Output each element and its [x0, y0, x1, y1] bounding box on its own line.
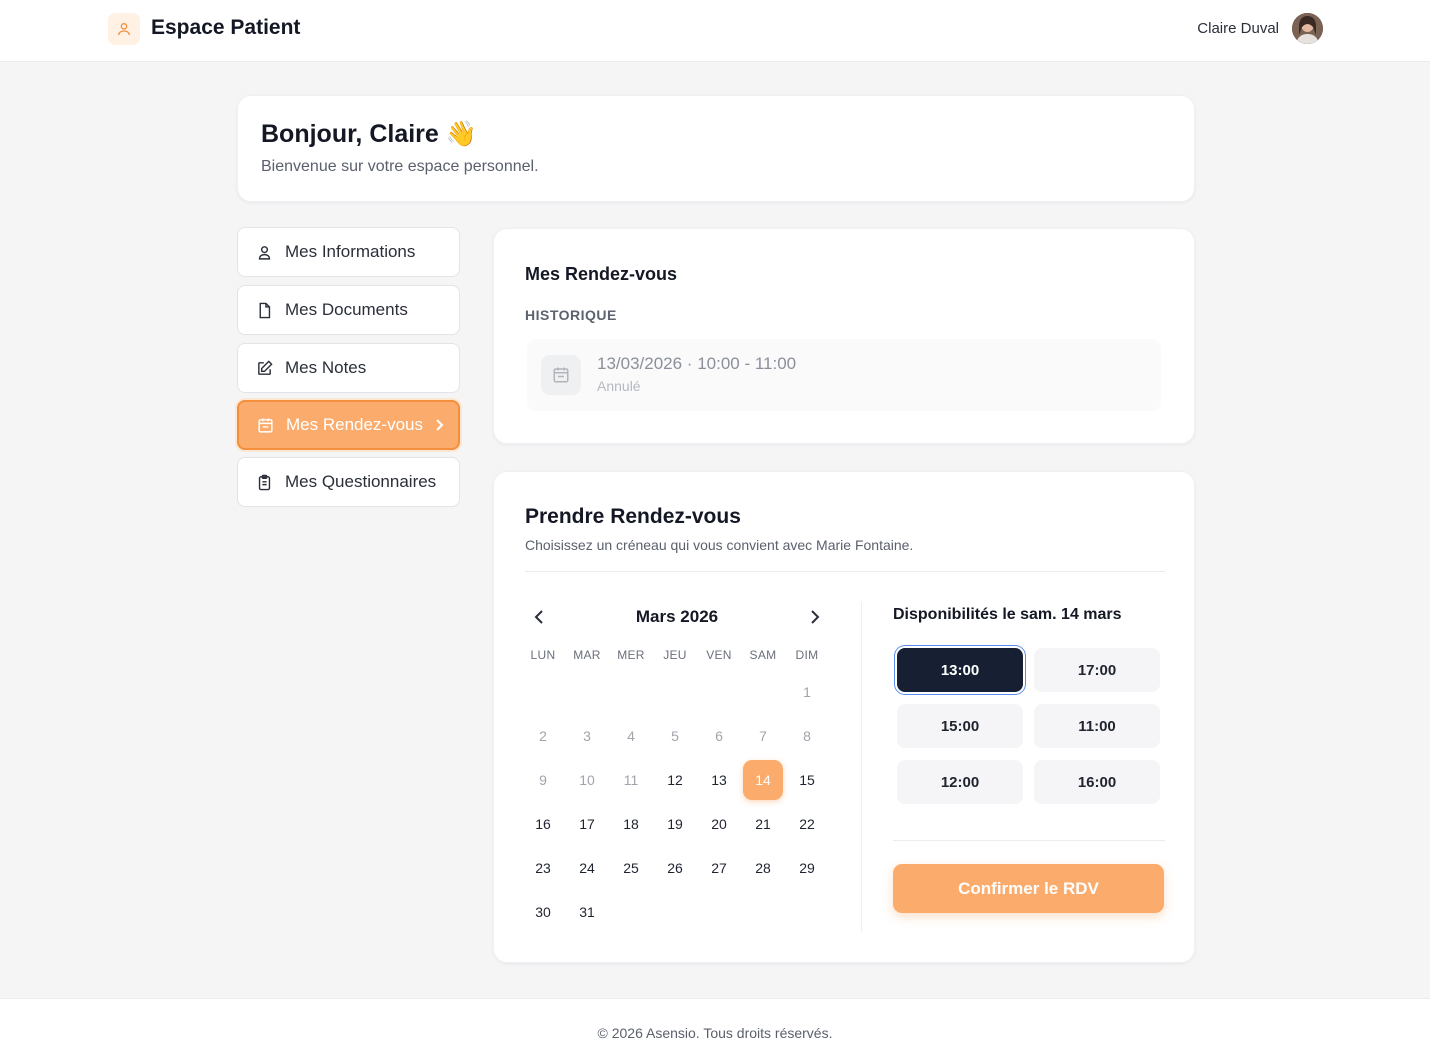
calendar-day[interactable]: 28	[743, 848, 783, 888]
calendar-day: 1	[803, 684, 811, 700]
calendar-month-label: Mars 2026	[635, 607, 719, 626]
divider	[525, 571, 1165, 572]
calendar-day[interactable]: 19	[655, 804, 695, 844]
chevron-right-icon	[811, 610, 820, 624]
calendar-day: 10	[579, 772, 595, 788]
appointments-title: Mes Rendez-vous	[525, 264, 678, 284]
booking-title: Prendre Rendez-vous	[525, 505, 741, 528]
clipboard-icon	[255, 473, 273, 491]
calendar-day[interactable]: 20	[699, 804, 739, 844]
calendar-day[interactable]: 16	[523, 804, 563, 844]
weekday-label: MER	[617, 648, 645, 662]
top-bar: Espace Patient Claire Duval	[0, 0, 1430, 62]
avatar[interactable]	[1292, 13, 1323, 44]
sidebar-item-questionnaires[interactable]: Mes Questionnaires	[237, 457, 460, 507]
calendar-day[interactable]: 21	[743, 804, 783, 844]
calendar-day[interactable]: 15	[787, 760, 827, 800]
booking-subtitle: Choisissez un créneau qui vous convient …	[525, 537, 914, 553]
sidebar-item-notes[interactable]: Mes Notes	[237, 343, 460, 393]
history-heading: HISTORIQUE	[525, 307, 617, 323]
calendar-day: 5	[671, 728, 679, 744]
divider	[893, 840, 1165, 841]
confirm-appointment-button[interactable]: Confirmer le RDV	[893, 864, 1164, 913]
calendar-icon	[256, 416, 274, 434]
calendar-day[interactable]: 12	[655, 760, 695, 800]
calendar-day[interactable]: 27	[699, 848, 739, 888]
calendar-day: 11	[623, 772, 639, 788]
welcome-title: Bonjour, Claire 👋	[261, 120, 477, 148]
calendar-day[interactable]: 14	[743, 760, 783, 800]
sidebar-item-label: Mes Rendez-vous	[286, 415, 424, 434]
weekday-label: VEN	[706, 648, 732, 662]
chevron-right-icon	[433, 418, 445, 432]
calendar-day[interactable]: 24	[567, 848, 607, 888]
previous-month-button[interactable]	[529, 607, 549, 627]
calendar-day[interactable]: 18	[611, 804, 651, 844]
availability-title: Disponibilités le sam. 14 mars	[893, 606, 1122, 623]
calendar-day[interactable]: 25	[611, 848, 651, 888]
calendar-day: 8	[803, 728, 811, 744]
document-icon	[255, 301, 273, 319]
sidebar-item-documents[interactable]: Mes Documents	[237, 285, 460, 335]
sidebar-item-label: Mes Notes	[285, 358, 367, 377]
calendar-day[interactable]: 29	[787, 848, 827, 888]
user-icon	[108, 13, 140, 45]
weekday-label: MAR	[573, 648, 601, 662]
calendar-day[interactable]: 22	[787, 804, 827, 844]
weekday-label: LUN	[530, 648, 556, 662]
sidebar-item-informations[interactable]: Mes Informations	[237, 227, 460, 277]
history-datetime: 13/03/2026 · 10:00 - 11:00	[597, 354, 797, 373]
calendar-day[interactable]: 17	[567, 804, 607, 844]
history-status: Annulé	[597, 378, 641, 394]
time-slot-button[interactable]: 12:00	[897, 760, 1023, 804]
edit-icon	[255, 359, 273, 377]
calendar-day: 2	[539, 728, 547, 744]
history-item[interactable]: 13/03/2026 · 10:00 - 11:00 Annulé	[527, 339, 1161, 411]
calendar-day[interactable]: 26	[655, 848, 695, 888]
user-name[interactable]: Claire Duval	[1197, 20, 1279, 37]
weekday-label: JEU	[663, 648, 687, 662]
divider	[861, 602, 862, 932]
welcome-card: Bonjour, Claire 👋 Bienvenue sur votre es…	[237, 95, 1195, 202]
chevron-left-icon	[534, 610, 543, 624]
calendar-day: 7	[759, 728, 767, 744]
weekday-label: DIM	[795, 648, 819, 662]
app-title: Espace Patient	[151, 16, 301, 39]
calendar-day[interactable]: 31	[567, 892, 607, 932]
sidebar-item-label: Mes Informations	[285, 242, 416, 261]
welcome-subtitle: Bienvenue sur votre espace personnel.	[261, 158, 539, 175]
calendar-day: 9	[539, 772, 547, 788]
appointments-card: Mes Rendez-vous HISTORIQUE 13/03/2026 · …	[493, 228, 1195, 444]
sidebar-item-rendez-vous[interactable]: Mes Rendez-vous	[237, 400, 460, 450]
calendar-day: 6	[715, 728, 723, 744]
booking-card: Prendre Rendez-vous Choisissez un crénea…	[493, 471, 1195, 963]
time-slot-button[interactable]: 13:00	[897, 648, 1023, 692]
next-month-button[interactable]	[805, 607, 825, 627]
sidebar-item-label: Mes Questionnaires	[285, 472, 437, 491]
calendar-icon	[541, 355, 581, 395]
calendar-day: 4	[627, 728, 635, 744]
footer-copyright: © 2026 Asensio. Tous droits réservés.	[597, 1025, 833, 1041]
time-slot-button[interactable]: 17:00	[1034, 648, 1160, 692]
user-icon	[255, 243, 273, 261]
weekday-label: SAM	[749, 648, 777, 662]
time-slot-button[interactable]: 16:00	[1034, 760, 1160, 804]
sidebar-item-label: Mes Documents	[285, 300, 408, 319]
time-slot-button[interactable]: 11:00	[1034, 704, 1160, 748]
time-slot-button[interactable]: 15:00	[897, 704, 1023, 748]
calendar-day: 3	[583, 728, 591, 744]
calendar-day[interactable]: 13	[699, 760, 739, 800]
calendar-day[interactable]: 23	[523, 848, 563, 888]
footer: © 2026 Asensio. Tous droits réservés.	[0, 998, 1430, 1063]
calendar-day[interactable]: 30	[523, 892, 563, 932]
